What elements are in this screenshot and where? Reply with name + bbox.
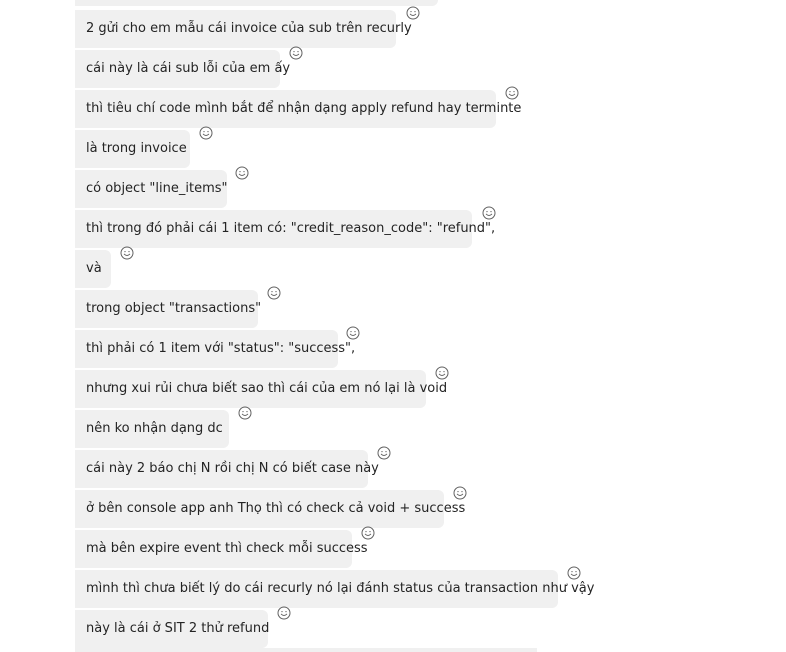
- message-bubble[interactable]: nên ko nhận dạng dc: [75, 410, 229, 448]
- smiley-face-icon[interactable]: [289, 46, 303, 60]
- smiley-face-icon[interactable]: [453, 486, 467, 500]
- message-bubble[interactable]: nhưng xui rủi chưa biết sao thì cái của …: [75, 370, 447, 408]
- smiley-face-icon[interactable]: [406, 6, 420, 20]
- message-bubble[interactable]: mà bên expire event thì check mỗi succes…: [75, 530, 368, 568]
- smiley-face-icon[interactable]: [120, 246, 134, 260]
- message-bubble[interactable]: cái này 2 báo chị N rồi chị N có biết ca…: [75, 450, 379, 488]
- message-bubble[interactable]: thì phải có 1 item với "status": "succes…: [75, 330, 355, 368]
- smiley-face-icon[interactable]: [361, 526, 375, 540]
- smiley-face-icon[interactable]: [199, 126, 213, 140]
- smiley-face-icon[interactable]: [277, 606, 291, 620]
- smiley-face-icon[interactable]: [567, 566, 581, 580]
- message-bubble[interactable]: thì trong đó phải cái 1 item có: "credit…: [75, 210, 495, 248]
- message-bubble[interactable]: thì tiêu chí code mình bắt để nhận dạng …: [75, 90, 521, 128]
- smiley-face-icon[interactable]: [346, 326, 360, 340]
- previous-message-bubble: [75, 0, 438, 6]
- smiley-face-icon[interactable]: [435, 366, 449, 380]
- smiley-face-icon[interactable]: [235, 166, 249, 180]
- message-bubble[interactable]: mình thì chưa biết lý do cái recurly nó …: [75, 570, 594, 608]
- smiley-face-icon[interactable]: [505, 86, 519, 100]
- smiley-face-icon[interactable]: [238, 406, 252, 420]
- message-bubble[interactable]: trong object "transactions": [75, 290, 261, 328]
- chat-message-list: 2 gửi cho em mẫu cái invoice của sub trê…: [0, 0, 786, 652]
- message-bubble[interactable]: là trong invoice: [75, 130, 190, 168]
- message-bubble[interactable]: và: [75, 250, 111, 288]
- message-bubble[interactable]: này là cái ở SIT 2 thử refund: [75, 610, 269, 648]
- message-bubble[interactable]: 2 gửi cho em mẫu cái invoice của sub trê…: [75, 10, 412, 48]
- message-bubble[interactable]: cái này là cái sub lỗi của em ấy: [75, 50, 290, 88]
- smiley-face-icon[interactable]: [482, 206, 496, 220]
- message-bubble[interactable]: ở bên console app anh Thọ thì có check c…: [75, 490, 465, 528]
- smiley-face-icon[interactable]: [377, 446, 391, 460]
- smiley-face-icon[interactable]: [267, 286, 281, 300]
- message-bubble[interactable]: có object "line_items": [75, 170, 228, 208]
- next-message-bubble: [75, 648, 537, 652]
